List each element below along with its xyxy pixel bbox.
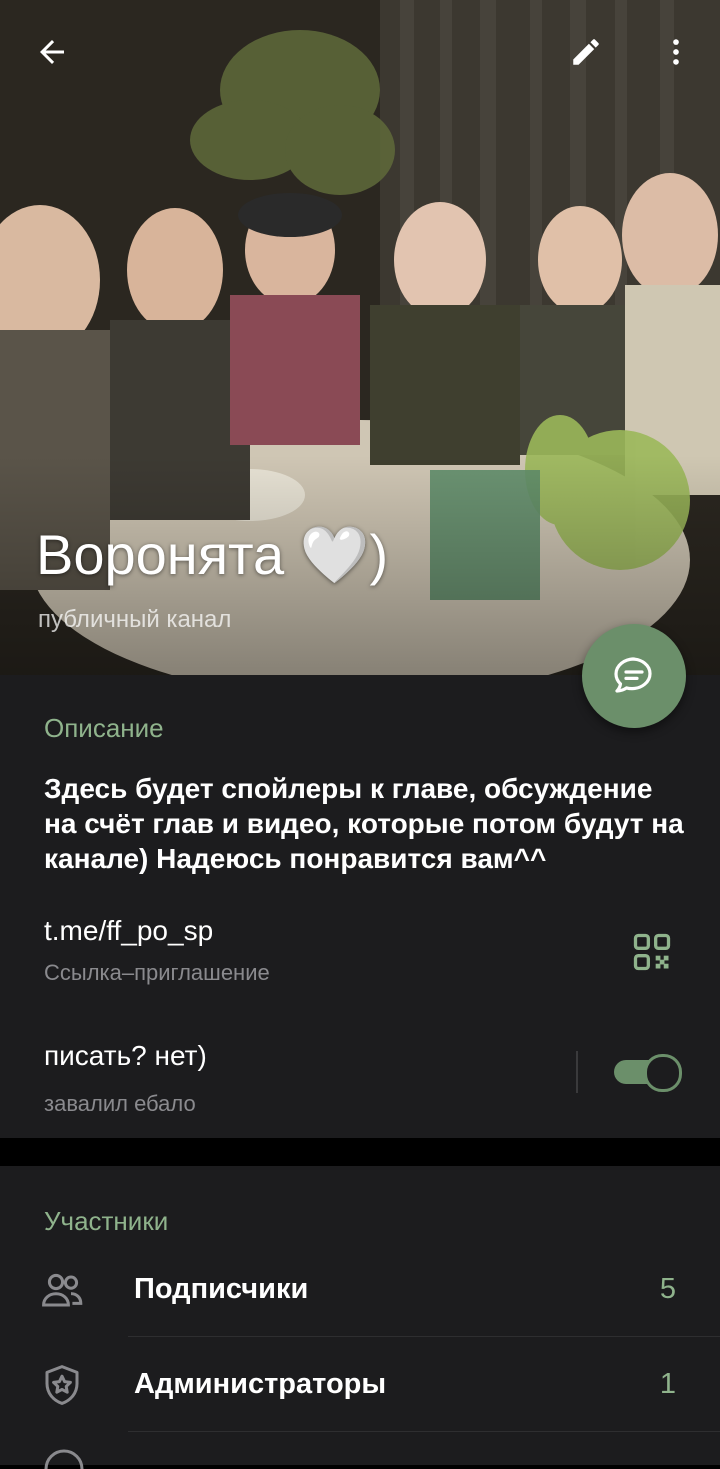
subscribers-count: 5 [659, 1273, 676, 1305]
channel-header-photo[interactable]: Воронята 🤍) публичный канал [0, 0, 720, 675]
arrow-left-icon [40, 40, 64, 64]
subscribers-label: Подписчики [134, 1273, 309, 1305]
discussion-fab-button[interactable] [582, 624, 686, 728]
pencil-icon [573, 39, 599, 65]
members-header: Участники [44, 1206, 169, 1236]
setting-toggle[interactable] [614, 1054, 682, 1092]
setting-title: писать? нет) [44, 1040, 207, 1071]
back-button[interactable] [22, 22, 82, 82]
users-icon [42, 1273, 83, 1307]
members-card: Участники Подписчики 5 Администраторы 1 [0, 1166, 720, 1469]
more-options-button[interactable] [646, 22, 706, 82]
shield-star-icon [45, 1365, 79, 1405]
admins-count: 1 [659, 1368, 676, 1400]
toggle-knob [644, 1054, 682, 1092]
members-row-subscribers[interactable]: Подписчики 5 [0, 1242, 720, 1337]
partial-row-icon [44, 1449, 84, 1469]
more-vertical-icon [673, 39, 679, 65]
admins-label: Администраторы [134, 1368, 387, 1400]
description-header: Описание [44, 713, 164, 743]
qr-code-icon[interactable] [630, 930, 674, 974]
members-divider [128, 1431, 720, 1432]
channel-type: публичный канал [38, 606, 232, 633]
channel-info-card: Описание Здесь будет спойлеры к главе, о… [0, 675, 720, 1138]
setting-subtitle: завалил ебало [44, 1091, 196, 1116]
chat-bubble-icon [614, 657, 652, 693]
description-text: Здесь будет спойлеры к главе, обсуждение… [44, 773, 684, 874]
members-row-admins[interactable]: Администраторы 1 [0, 1337, 720, 1432]
channel-title: Воронята 🤍) [36, 523, 389, 586]
invite-link-caption: Ссылка–приглашение [44, 960, 270, 985]
edit-button[interactable] [556, 22, 616, 82]
invite-link[interactable]: t.me/ff_po_sp [44, 915, 213, 947]
setting-divider [576, 1051, 578, 1093]
